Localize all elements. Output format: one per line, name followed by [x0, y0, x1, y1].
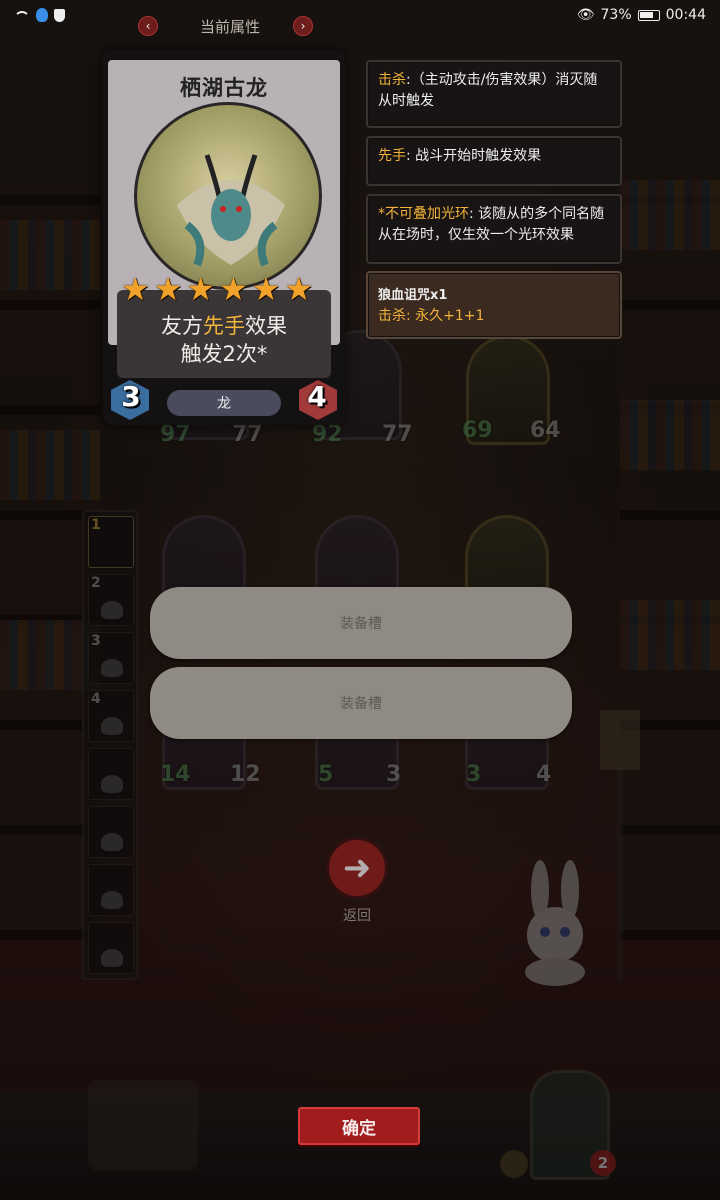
keyword-tooltip: 先手: 战斗开始时触发效果 — [366, 136, 622, 186]
effect-text: 友方 — [161, 314, 203, 338]
chevron-right-icon: › — [300, 19, 306, 33]
effect-keyword: 先手 — [203, 314, 245, 338]
back-label: 返回 — [343, 908, 371, 924]
back-button[interactable]: ➜ — [326, 837, 388, 899]
equipment-slot[interactable]: 装备槽 — [150, 587, 572, 659]
star-icon: ★ — [251, 270, 281, 308]
equipment-slot[interactable]: 装备槽 — [150, 667, 572, 739]
tooltip-text: : 战斗开始时触发效果 — [406, 148, 542, 164]
effect-text: 效果 — [245, 314, 287, 338]
tooltip-keyword: 先手 — [378, 148, 406, 164]
card-attack: 3 — [121, 380, 141, 413]
minion-card: 栖湖古龙 友方先手效果 触发2次* ★ ★ ★ ★ ★ ★ 3 龙 4 — [103, 50, 345, 425]
eye-icon: 👁 — [576, 7, 595, 23]
effect-text: 触发2次* — [180, 342, 268, 366]
star-icon: ★ — [219, 270, 248, 308]
battery-icon — [637, 9, 660, 21]
page-title: 当前属性 — [199, 18, 260, 36]
card-portrait — [134, 102, 322, 290]
buff-tooltip: 狼血诅咒x1 击杀: 永久+1+1 — [366, 271, 622, 339]
card-name: 栖湖古龙 — [180, 76, 268, 100]
keyword-tooltip: *不可叠加光环: 该随从的多个同名随从在场时，仅生效一个光环效果 — [366, 194, 622, 264]
keyword-tooltip: 击杀:（主动攻击/伤害效果）消灭随从时触发 — [366, 60, 622, 128]
star-icon: ★ — [153, 270, 183, 308]
star-rating: ★ ★ ★ ★ ★ ★ — [121, 272, 313, 306]
wifi-icon — [14, 10, 30, 20]
card-tribe: 龙 — [167, 390, 281, 416]
buff-keyword: 击杀 — [378, 308, 406, 324]
confirm-button[interactable]: 确定 — [298, 1107, 420, 1145]
star-icon: ★ — [186, 270, 216, 308]
buff-text: : 永久+1+1 — [406, 308, 485, 324]
battery-percent: 73% — [600, 7, 632, 23]
bulb-icon — [36, 8, 48, 22]
arrow-left-icon: ➜ — [342, 848, 372, 888]
tooltip-keyword: 击杀 — [378, 72, 406, 88]
star-icon: ★ — [121, 270, 150, 308]
star-icon: ★ — [284, 270, 314, 308]
status-bar: 👁 73% 00:44 — [0, 0, 720, 30]
buff-title: 狼血诅咒x1 — [378, 288, 448, 303]
tooltip-keyword: *不可叠加光环 — [378, 206, 469, 222]
shield-icon — [54, 8, 65, 22]
clock: 00:44 — [665, 7, 706, 23]
dragon-illustration — [177, 154, 285, 267]
next-arrow-button[interactable]: › — [293, 16, 313, 36]
card-health: 4 — [307, 380, 327, 413]
tooltip-text: :（主动攻击/伤害效果）消灭随从时触发 — [378, 72, 598, 109]
